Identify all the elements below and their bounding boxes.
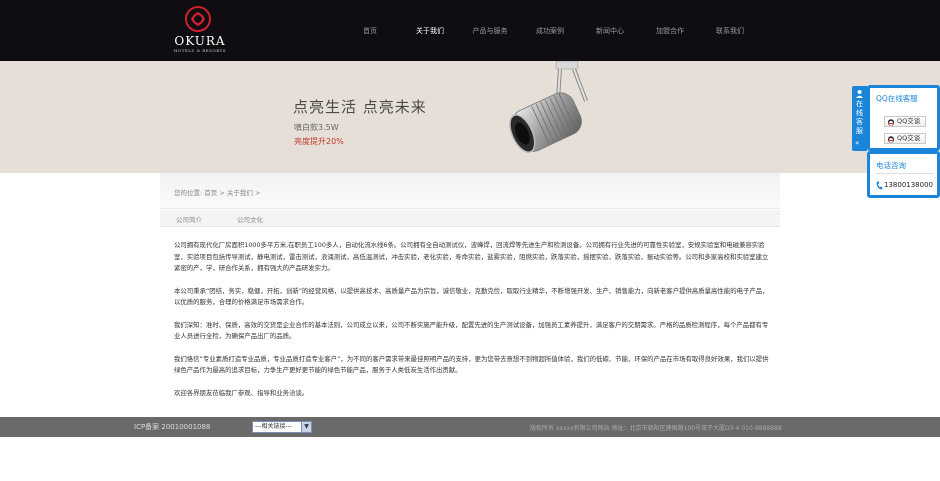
- nav-home[interactable]: 首页: [340, 22, 400, 40]
- banner-highlight: 亮度提升20%: [294, 137, 344, 146]
- article-body: 公司拥有现代化厂房面积1000多平方米,在职员工100多人，自动化流水线6条。公…: [174, 240, 769, 410]
- hero-banner: 点亮生活 点亮未来 嗔白款3.5W 亮度提升20%: [0, 61, 940, 173]
- nav-products[interactable]: 产品与服务: [460, 22, 520, 40]
- nav-about[interactable]: 关于我们: [400, 22, 460, 40]
- paragraph: 我们深知：准时、保质，高效的交货是企业合作的基本法则，公司成立以来，公司不断实施…: [174, 320, 769, 341]
- icp-record: ICP备案 20010001088: [134, 423, 211, 431]
- service-toggle-tab[interactable]: 在线客服 «: [852, 86, 867, 151]
- qq-chat-label: QQ交谈: [897, 117, 921, 125]
- breadcrumb-separator: >: [219, 189, 225, 197]
- chevron-down-icon[interactable]: ▼: [301, 422, 311, 432]
- logo-subtext: HOTELS & RESORTS: [173, 48, 227, 53]
- site-footer: ICP备案 20010001088 ---相关链接--- ▼ 版权所有 xxxx…: [0, 417, 940, 437]
- collapse-arrow-icon[interactable]: «: [855, 139, 859, 147]
- sub-tabs: 公司简介 公司文化: [160, 210, 780, 227]
- banner-title: 点亮生活 点亮未来: [293, 98, 427, 116]
- person-icon: [856, 90, 863, 98]
- nav-cases[interactable]: 成功案例: [520, 22, 580, 40]
- tab-company-culture[interactable]: 公司文化: [237, 214, 263, 224]
- service-tab-label: 在线客服: [856, 100, 863, 135]
- paragraph: 欢迎各界朋友莅临我厂参观、指导和业务洽谈。: [174, 388, 309, 397]
- logo-knot-icon: [185, 6, 211, 32]
- logo-text: OKURA: [174, 34, 226, 48]
- nav-franchise[interactable]: 加盟合作: [640, 22, 700, 40]
- site-logo[interactable]: OKURA HOTELS & RESORTS: [170, 5, 230, 55]
- related-links-select[interactable]: ---相关链接--- ▼: [252, 421, 312, 433]
- main-nav: 首页 关于我们 产品与服务 成功案例 新闻中心 加盟合作 联系我们: [340, 22, 760, 40]
- breadcrumb: 您的位置: 首页 > 关于我们 >: [174, 187, 260, 197]
- breadcrumb-home[interactable]: 首页: [204, 189, 217, 197]
- breadcrumb-bar: 您的位置: 首页 > 关于我们 >: [160, 173, 780, 209]
- nav-news[interactable]: 新闻中心: [580, 22, 640, 40]
- qq-chat-button[interactable]: QQ交谈: [884, 133, 926, 144]
- phone-panel-title: 电话咨询: [876, 161, 906, 170]
- banner-subtitle: 嗔白款3.5W: [294, 123, 339, 132]
- main-content: 您的位置: 首页 > 关于我们 > 公司简介 公司文化 公司拥有现代化厂房面积1…: [160, 173, 780, 417]
- paragraph: 我们恪信“专业素质打造专业品质，专业品质打造专业客户”，为不同的客户需求带来最佳…: [174, 354, 769, 375]
- qq-service-panel: QQ在线客服 QQ交谈 QQ交谈: [867, 85, 940, 151]
- qq-chat-label: QQ交谈: [897, 134, 921, 142]
- breadcrumb-trailing-separator: >: [254, 189, 261, 197]
- qq-panel-title: QQ在线客服: [876, 94, 918, 103]
- divider: [876, 173, 934, 174]
- qq-penguin-icon: [888, 119, 894, 126]
- tab-company-profile[interactable]: 公司简介: [176, 214, 202, 224]
- site-header: OKURA HOTELS & RESORTS 首页 关于我们 产品与服务 成功案…: [0, 0, 940, 61]
- related-links-select-value: ---相关链接---: [255, 423, 292, 430]
- qq-penguin-icon: [888, 136, 894, 143]
- paragraph: 公司拥有现代化厂房面积1000多平方米,在职员工100多人，自动化流水线6条。公…: [174, 241, 769, 272]
- spotlight-lamp-icon: [509, 61, 588, 153]
- copyright-text: 版权所有 xxxxx有限公司网站 地址：北京市朝阳区建国路100号双子大厦D3-…: [530, 425, 782, 432]
- paragraph: 本公司秉承“团结，务实，稳健，开拓，创新”的经营风格，以提供高技术、高质量产品为…: [174, 286, 769, 307]
- phone-consult-panel: 电话咨询 13800138000: [867, 151, 940, 198]
- nav-contact[interactable]: 联系我们: [700, 22, 760, 40]
- breadcrumb-prefix: 您的位置:: [174, 189, 203, 197]
- breadcrumb-current[interactable]: 关于我们: [227, 189, 253, 197]
- qq-chat-button[interactable]: QQ交谈: [884, 116, 926, 127]
- phone-icon: [876, 181, 883, 190]
- phone-number[interactable]: 13800138000: [884, 181, 933, 189]
